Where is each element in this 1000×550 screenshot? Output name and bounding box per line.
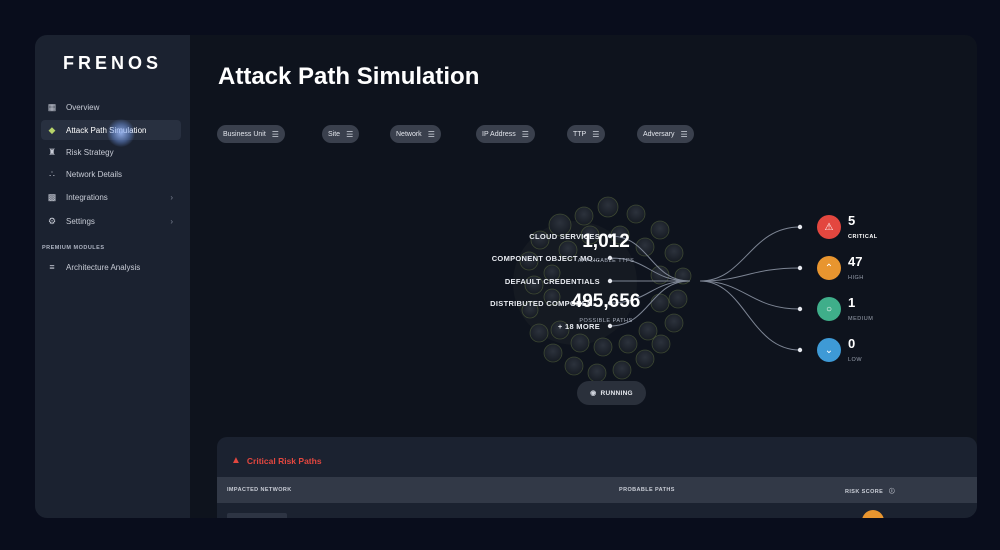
risk-node-dot bbox=[797, 306, 803, 312]
critical-risk-icon[interactable]: ⚠ bbox=[817, 215, 841, 239]
possible-paths-label: POSSIBLE PATHS bbox=[579, 318, 633, 324]
target-icon: ◆ bbox=[48, 124, 56, 135]
chevron-right-icon: › bbox=[170, 216, 173, 226]
applicable-ttps-label: APPLICABLE TTPS bbox=[577, 258, 635, 264]
high-risk-count: 47 bbox=[848, 254, 863, 269]
puzzle-icon: ▩ bbox=[47, 191, 57, 202]
risk-score-badge bbox=[862, 510, 884, 518]
risk-connector-line bbox=[699, 226, 801, 282]
column-risk-score-label: RISK SCORE bbox=[845, 489, 884, 495]
critical-risk-paths-panel: ▲ Critical Risk Paths IMPACTED NETWORK P… bbox=[217, 437, 977, 518]
low-risk-count: 0 bbox=[848, 336, 856, 351]
sidebar: FRENOS ▦ Overview ◆ Attack Path Simulati… bbox=[35, 35, 190, 518]
architecture-icon: ≡ bbox=[49, 262, 55, 272]
sidebar-item-label: Overview bbox=[66, 102, 100, 112]
column-probable-paths[interactable]: PROBABLE PATHS bbox=[619, 487, 675, 493]
risk-node-dot bbox=[797, 347, 803, 353]
cursor-highlight bbox=[107, 119, 135, 147]
chevron-up-icon: ⌃ bbox=[824, 262, 834, 274]
table-header: IMPACTED NETWORK PROBABLE PATHS RISK SCO… bbox=[217, 477, 977, 503]
warning-icon: ▲ bbox=[231, 455, 241, 466]
sidebar-item-settings[interactable]: ⚙ Settings › bbox=[41, 211, 181, 231]
circle-icon: ○ bbox=[825, 303, 833, 315]
low-risk-icon[interactable]: ⌄ bbox=[817, 338, 841, 362]
sidebar-item-label: Architecture Analysis bbox=[66, 262, 141, 272]
main-content: Attack Path Simulation Business Unit ☰ S… bbox=[190, 35, 977, 518]
medium-risk-count: 1 bbox=[848, 295, 856, 310]
applicable-ttps-value: 1,012 bbox=[582, 231, 630, 252]
risk-node-dot bbox=[797, 224, 803, 230]
running-status-label: RUNNING bbox=[600, 389, 633, 397]
sidebar-item-label: Integrations bbox=[66, 192, 108, 202]
medium-risk-label: MEDIUM bbox=[848, 316, 874, 322]
sidebar-item-label: Settings bbox=[66, 216, 95, 226]
sidebar-item-label: Network Details bbox=[66, 169, 123, 179]
chevron-right-icon: › bbox=[170, 192, 173, 202]
source-default-credentials[interactable]: DEFAULT CREDENTIALS bbox=[505, 277, 600, 286]
panel-title: ▲ Critical Risk Paths bbox=[231, 455, 322, 466]
sidebar-item-risk-strategy[interactable]: ♜ Risk Strategy bbox=[41, 142, 181, 162]
brand-logo[interactable]: FRENOS bbox=[63, 53, 162, 74]
info-icon[interactable]: ⓘ bbox=[889, 489, 895, 495]
sidebar-item-label: Risk Strategy bbox=[66, 147, 114, 157]
critical-risk-label: CRITICAL bbox=[848, 234, 878, 240]
spinner-icon: ◉ bbox=[590, 390, 597, 397]
chevron-down-icon: ⌄ bbox=[824, 344, 834, 356]
panel-title-text: Critical Risk Paths bbox=[246, 455, 322, 466]
medium-risk-icon[interactable]: ○ bbox=[817, 297, 841, 321]
possible-paths-value: 495,656 bbox=[571, 291, 641, 312]
risk-connector-line bbox=[699, 280, 801, 310]
network-icon: ∴ bbox=[49, 168, 55, 179]
low-risk-label: LOW bbox=[848, 357, 863, 363]
sidebar-item-overview[interactable]: ▦ Overview bbox=[41, 97, 181, 117]
high-risk-icon[interactable]: ⌃ bbox=[817, 256, 841, 280]
table-row[interactable] bbox=[227, 513, 287, 518]
chess-icon: ♜ bbox=[47, 146, 57, 157]
sidebar-item-network-details[interactable]: ∴ Network Details bbox=[41, 164, 181, 184]
grid-icon: ▦ bbox=[47, 101, 57, 112]
high-risk-label: HIGH bbox=[848, 275, 864, 281]
premium-modules-label: PREMIUM MODULES bbox=[42, 245, 105, 251]
critical-risk-count: 5 bbox=[848, 213, 856, 228]
risk-node-dot bbox=[797, 265, 803, 271]
column-impacted-network[interactable]: IMPACTED NETWORK bbox=[227, 487, 292, 493]
column-risk-score[interactable]: RISK SCORE ⓘ bbox=[845, 487, 895, 495]
sidebar-item-integrations[interactable]: ▩ Integrations › bbox=[41, 187, 181, 207]
risk-connector-line bbox=[699, 280, 801, 351]
source-node-dot bbox=[607, 278, 613, 284]
running-status-button[interactable]: ◉ RUNNING bbox=[577, 381, 646, 405]
source-node-dot bbox=[607, 323, 613, 329]
app-window: FRENOS ▦ Overview ◆ Attack Path Simulati… bbox=[35, 35, 977, 518]
sidebar-item-architecture-analysis[interactable]: ≡ Architecture Analysis bbox=[41, 257, 181, 277]
warning-icon: ⚠ bbox=[824, 221, 834, 233]
gear-icon: ⚙ bbox=[47, 215, 57, 226]
